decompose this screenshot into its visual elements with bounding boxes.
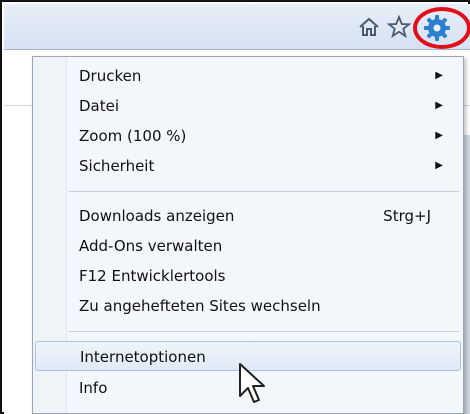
submenu-arrow-icon: ▶: [435, 160, 443, 171]
browser-window: Drucken ▶ Datei ▶ Zoom (100 %) ▶ Sicherh…: [0, 0, 470, 414]
tools-menu: Drucken ▶ Datei ▶ Zoom (100 %) ▶ Sicherh…: [32, 56, 464, 414]
menu-item-pinned-sites[interactable]: Zu angehefteten Sites wechseln: [35, 291, 461, 321]
menu-item-zoom[interactable]: Zoom (100 %) ▶: [35, 121, 461, 151]
menu-item-drucken[interactable]: Drucken ▶: [35, 61, 461, 91]
submenu-arrow-icon: ▶: [435, 100, 443, 111]
submenu-arrow-icon: ▶: [435, 130, 443, 141]
menu-item-label: Sicherheit: [79, 157, 155, 175]
menu-item-label: Info: [79, 379, 108, 397]
menu-item-shortcut: Strg+J: [383, 207, 431, 225]
home-icon[interactable]: [356, 14, 382, 40]
menu-item-label: Zoom (100 %): [79, 127, 187, 145]
menu-item-label: Datei: [79, 97, 120, 115]
menu-item-label: Zu angehefteten Sites wechseln: [79, 297, 321, 315]
annotation-highlight-circle: [413, 7, 470, 49]
menu-item-label: Internetoptionen: [80, 348, 206, 366]
menu-separator: [69, 191, 459, 192]
star-icon[interactable]: [386, 14, 412, 40]
menu-item-label: Drucken: [79, 67, 142, 85]
menu-item-f12-tools[interactable]: F12 Entwicklertools: [35, 261, 461, 291]
menu-item-label: Add-Ons verwalten: [79, 237, 223, 255]
menu-item-downloads[interactable]: Downloads anzeigen Strg+J: [35, 201, 461, 231]
submenu-arrow-icon: ▶: [435, 70, 443, 81]
mouse-pointer-icon: [239, 363, 265, 403]
menu-item-addons[interactable]: Add-Ons verwalten: [35, 231, 461, 261]
menu-item-label: F12 Entwicklertools: [79, 267, 226, 285]
menu-item-datei[interactable]: Datei ▶: [35, 91, 461, 121]
menu-item-label: Downloads anzeigen: [79, 207, 235, 225]
menu-item-sicherheit[interactable]: Sicherheit ▶: [35, 151, 461, 181]
menu-separator: [69, 331, 459, 332]
browser-toolbar: [4, 4, 470, 50]
page-scrollbar[interactable]: [464, 135, 470, 414]
